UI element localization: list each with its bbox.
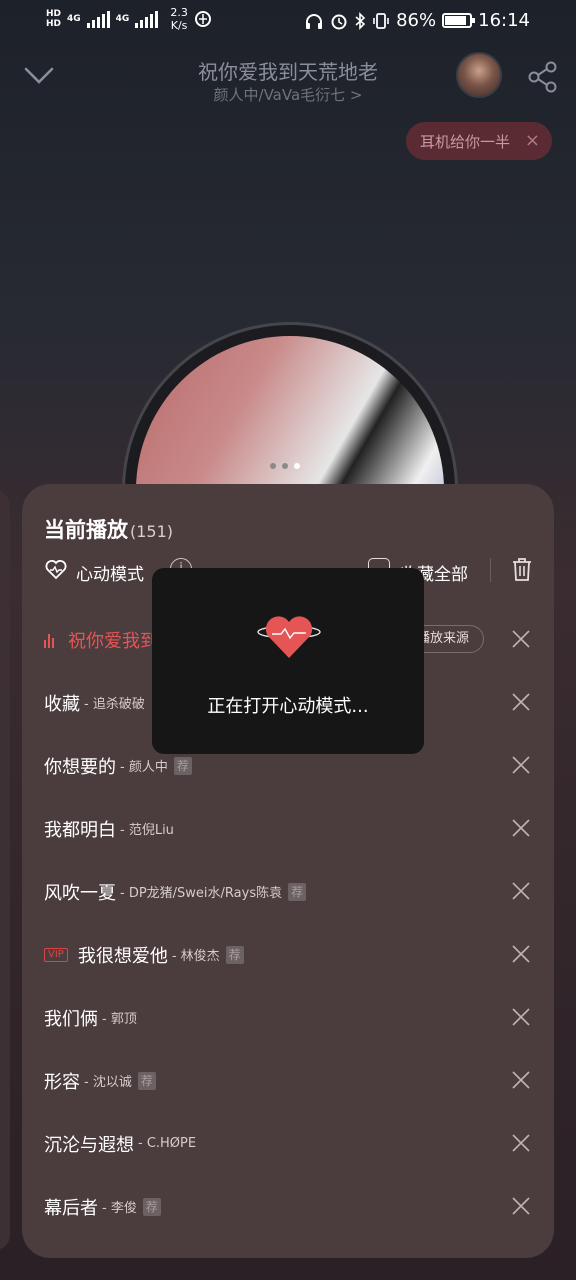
close-icon[interactable] <box>510 880 532 902</box>
track-artist: - 颜人中 <box>120 760 168 775</box>
track-row[interactable]: 我都明白 - 范倪Liu <box>22 797 554 860</box>
close-icon[interactable] <box>510 1195 532 1217</box>
avatar[interactable] <box>456 52 502 98</box>
track-title: 我很想爱他 <box>77 945 168 967</box>
track-row[interactable]: 沉沦与遐想 - C.HØPE <box>22 1112 554 1175</box>
alarm-icon <box>331 14 347 29</box>
track-title: 我都明白 <box>44 819 116 841</box>
close-icon[interactable] <box>510 817 532 839</box>
track-title: 形容 <box>44 1071 80 1093</box>
panel-title-text: 当前播放 <box>44 518 128 542</box>
track-row[interactable]: 我们俩 - 郭顶 <box>22 986 554 1049</box>
close-icon[interactable] <box>510 628 532 650</box>
player-header: 祝你爱我到天荒地老 颜人中/VaVa毛衍七 > <box>0 50 576 110</box>
signal-icon-1 <box>86 10 110 28</box>
page-dot <box>270 463 276 469</box>
track-title: 风吹一夏 <box>44 882 116 904</box>
battery-icon <box>442 13 476 28</box>
headphones-icon <box>306 13 323 29</box>
track-artist: - DP龙猪/Swei水/Rays陈袁 <box>120 886 283 901</box>
toast: 正在打开心动模式... <box>152 568 424 754</box>
recommend-badge: 荐 <box>137 1071 156 1090</box>
hd-tag-1: HD <box>46 9 62 19</box>
close-icon[interactable] <box>510 1069 532 1091</box>
net-speed-value: 2.3 <box>170 6 188 19</box>
bluetooth-icon <box>355 11 366 30</box>
track-artist: - 林俊杰 <box>171 949 220 964</box>
track-title: 我们俩 <box>44 1008 98 1030</box>
track-title: 你想要的 <box>44 756 116 778</box>
status-right: 86% 16:14 <box>304 10 530 31</box>
status-left: HD HD 4G 4G 2.3 K/s <box>46 6 212 32</box>
network-type-2: 4G <box>115 14 130 24</box>
share-icon[interactable] <box>526 60 560 94</box>
track-row[interactable]: 形容 - 沈以诚荐 <box>22 1049 554 1112</box>
vibrate-icon <box>373 12 389 29</box>
panel-title: 当前播放 (151) <box>44 514 173 544</box>
previous-panel-peek <box>0 490 10 1250</box>
clock: 16:14 <box>478 10 530 31</box>
trash-icon[interactable] <box>510 556 534 582</box>
track-row[interactable]: 幕后者 - 李俊荐 <box>22 1175 554 1238</box>
recommend-badge: 荐 <box>225 945 244 964</box>
page-dot <box>294 463 300 469</box>
track-title: 沉沦与遐想 <box>44 1134 134 1156</box>
track-artist: - 沈以诚 <box>84 1075 132 1090</box>
track-artist: - C.HØPE <box>138 1136 197 1151</box>
track-row[interactable]: 风吹一夏 - DP龙猪/Swei水/Rays陈袁荐 <box>22 860 554 923</box>
close-icon[interactable]: × <box>525 130 540 151</box>
nfc-icon <box>194 11 211 27</box>
track-title: 收藏 <box>44 693 80 715</box>
track-count: (151) <box>130 522 174 541</box>
toast-message: 正在打开心动模式... <box>207 696 369 717</box>
net-speed-unit: K/s <box>170 19 188 32</box>
playing-eq-icon <box>44 632 54 648</box>
battery-percent: 86% <box>396 10 437 31</box>
page-dot <box>282 463 288 469</box>
status-bar: HD HD 4G 4G 2.3 K/s 86% 16:14 <box>0 0 576 44</box>
recommend-badge: 荐 <box>173 756 192 775</box>
battery-fill <box>445 16 466 25</box>
track-artist: - 郭顶 <box>102 1012 137 1027</box>
lyric-chip[interactable]: 耳机给你一半 × <box>406 122 552 160</box>
net-speed: 2.3 K/s <box>170 6 188 32</box>
close-icon[interactable] <box>510 754 532 776</box>
heart-mode-button[interactable]: 心动模式 <box>76 560 144 585</box>
track-row[interactable]: VIP 我很想爱他 - 林俊杰荐 <box>22 923 554 986</box>
hd-tag-2: HD <box>46 19 62 29</box>
recommend-badge: 荐 <box>288 882 307 901</box>
close-icon[interactable] <box>510 1006 532 1028</box>
track-artist: - 范倪Liu <box>120 823 174 838</box>
hd-tags: HD HD <box>46 9 61 29</box>
track-artist: - 李俊 <box>102 1201 137 1216</box>
heart-mode-icon[interactable] <box>44 558 68 582</box>
page-indicator <box>270 463 300 469</box>
track-title: 幕后者 <box>44 1197 98 1219</box>
close-icon[interactable] <box>510 943 532 965</box>
divider <box>490 558 491 582</box>
heart-icon <box>257 616 321 658</box>
vip-badge: VIP <box>44 947 68 962</box>
track-artist: - 追杀破破 <box>84 697 145 712</box>
signal-icon-2 <box>135 10 159 28</box>
lyric-chip-label: 耳机给你一半 <box>420 132 511 151</box>
recommend-badge: 荐 <box>142 1197 161 1216</box>
network-type-1: 4G <box>67 14 81 24</box>
close-icon[interactable] <box>510 691 532 713</box>
close-icon[interactable] <box>510 1132 532 1154</box>
